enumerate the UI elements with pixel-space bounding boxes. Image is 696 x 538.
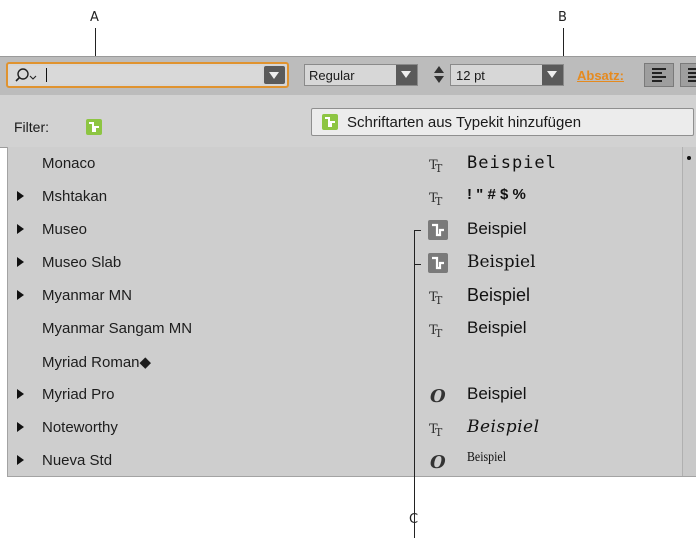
typekit-font-icon xyxy=(428,253,448,273)
font-size-select[interactable]: 12 pt xyxy=(450,64,564,86)
callout-line-c xyxy=(414,230,415,538)
typekit-filter-toggle[interactable] xyxy=(86,119,102,135)
svg-text:T: T xyxy=(435,426,443,438)
font-name: Myanmar MN xyxy=(42,287,133,304)
font-size-dropdown-button[interactable] xyxy=(542,65,563,85)
svg-text:T: T xyxy=(435,327,443,339)
truetype-font-icon: TT xyxy=(428,187,448,208)
font-name: Noteworthy xyxy=(42,419,118,436)
font-size-value: 12 pt xyxy=(456,68,485,83)
font-name: Monaco xyxy=(42,155,96,172)
expand-arrow-icon[interactable] xyxy=(17,191,24,201)
font-sample: Beispiel xyxy=(467,384,527,403)
chevron-down-icon xyxy=(401,71,411,78)
opentype-font-icon: O xyxy=(428,451,448,473)
font-size-stepper[interactable] xyxy=(430,64,450,86)
stepper-down-icon[interactable] xyxy=(434,76,444,83)
opentype-font-icon: O xyxy=(428,385,448,407)
font-style-select[interactable]: Regular xyxy=(304,64,418,86)
truetype-font-icon: TT xyxy=(428,286,448,307)
svg-text:T: T xyxy=(435,162,443,174)
align-left-button[interactable] xyxy=(644,63,674,87)
font-style-dropdown-button[interactable] xyxy=(396,65,417,85)
font-name: Myriad Pro xyxy=(42,386,115,403)
text-caret xyxy=(46,68,47,82)
font-list[interactable]: Monaco TT Beispiel Mshtakan TT ! " # $ %… xyxy=(7,147,696,477)
font-list-item[interactable]: Myanmar MN TT Beispiel xyxy=(8,279,678,312)
character-toolbar: Regular 12 pt Absatz: xyxy=(0,56,696,96)
font-list-item[interactable]: Museo Slab Beispiel xyxy=(8,246,678,279)
font-name: Museo xyxy=(42,221,88,238)
font-list-item[interactable]: Myriad Pro O Beispiel xyxy=(8,378,678,411)
expand-arrow-icon[interactable] xyxy=(17,422,24,432)
svg-text:O: O xyxy=(430,386,446,405)
chevron-down-icon xyxy=(269,72,279,79)
font-name: Myanmar Sangam MN xyxy=(42,320,193,337)
align-center-button[interactable] xyxy=(680,63,696,87)
callout-bracket-bottom xyxy=(414,264,421,265)
truetype-font-icon: TT xyxy=(428,319,448,340)
expand-arrow-icon[interactable] xyxy=(17,455,24,465)
font-sample: Beispiel xyxy=(467,153,557,173)
callout-label-a: A xyxy=(90,10,99,25)
expand-arrow-icon[interactable] xyxy=(17,290,24,300)
font-sample: Beispiel xyxy=(467,285,531,305)
align-center-icon xyxy=(688,68,696,84)
font-list-item[interactable]: Myanmar Sangam MN TT Beispiel xyxy=(8,312,678,345)
search-icon xyxy=(13,67,39,88)
scrollbar-thumb[interactable] xyxy=(687,156,691,160)
callout-bracket-top xyxy=(414,230,421,231)
svg-text:T: T xyxy=(435,195,443,207)
add-fonts-from-typekit-button[interactable]: Schriftarten aus Typekit hinzufügen xyxy=(311,108,694,136)
font-family-dropdown-button[interactable] xyxy=(264,66,285,84)
font-name: Museo Slab xyxy=(42,254,122,271)
callout-label-b: B xyxy=(558,10,567,25)
truetype-font-icon: TT xyxy=(428,418,448,439)
font-sample: ! " # $ % xyxy=(467,186,526,203)
font-sample: Beispiel xyxy=(467,417,540,437)
font-list-item[interactable]: Nueva Std O Beispiel xyxy=(8,444,678,477)
expand-arrow-icon[interactable] xyxy=(17,224,24,234)
chevron-down-icon xyxy=(547,71,557,78)
svg-text:O: O xyxy=(430,452,446,471)
font-sample: Beispiel xyxy=(467,450,507,465)
font-name: Myriad Roman◆ xyxy=(42,354,152,371)
typekit-button-label: Schriftarten aus Typekit hinzufügen xyxy=(347,114,582,131)
font-list-item[interactable]: Monaco TT Beispiel xyxy=(8,147,678,180)
callout-label-c: C xyxy=(409,512,419,527)
align-left-icon xyxy=(652,68,666,84)
filter-bar: Filter: Schriftarten aus Typekit hinzufü… xyxy=(0,95,696,148)
font-list-item[interactable]: Noteworthy TT Beispiel xyxy=(8,411,678,444)
font-name: Mshtakan xyxy=(42,188,108,205)
typekit-icon xyxy=(322,114,338,130)
filter-label: Filter: xyxy=(14,119,49,135)
font-sample: Beispiel xyxy=(467,219,527,238)
font-style-value: Regular xyxy=(309,68,355,83)
stepper-up-icon[interactable] xyxy=(434,66,444,73)
expand-arrow-icon[interactable] xyxy=(17,389,24,399)
font-list-item[interactable]: Mshtakan TT ! " # $ % xyxy=(8,180,678,213)
font-list-item[interactable]: Museo Beispiel xyxy=(8,213,678,246)
font-search-box[interactable] xyxy=(6,62,289,88)
typekit-icon xyxy=(89,122,99,132)
typekit-font-icon xyxy=(428,220,448,240)
font-list-scrollbar[interactable] xyxy=(682,147,696,476)
font-name: Nueva Std xyxy=(42,452,113,469)
expand-arrow-icon[interactable] xyxy=(17,257,24,267)
font-list-item[interactable]: Myriad Roman◆ xyxy=(8,345,678,378)
font-sample: Beispiel xyxy=(467,252,536,272)
paragraph-panel-link[interactable]: Absatz: xyxy=(577,68,624,83)
truetype-font-icon: TT xyxy=(428,154,448,175)
font-sample: Beispiel xyxy=(467,318,527,337)
font-search-input[interactable] xyxy=(10,66,262,84)
svg-text:T: T xyxy=(435,294,443,306)
